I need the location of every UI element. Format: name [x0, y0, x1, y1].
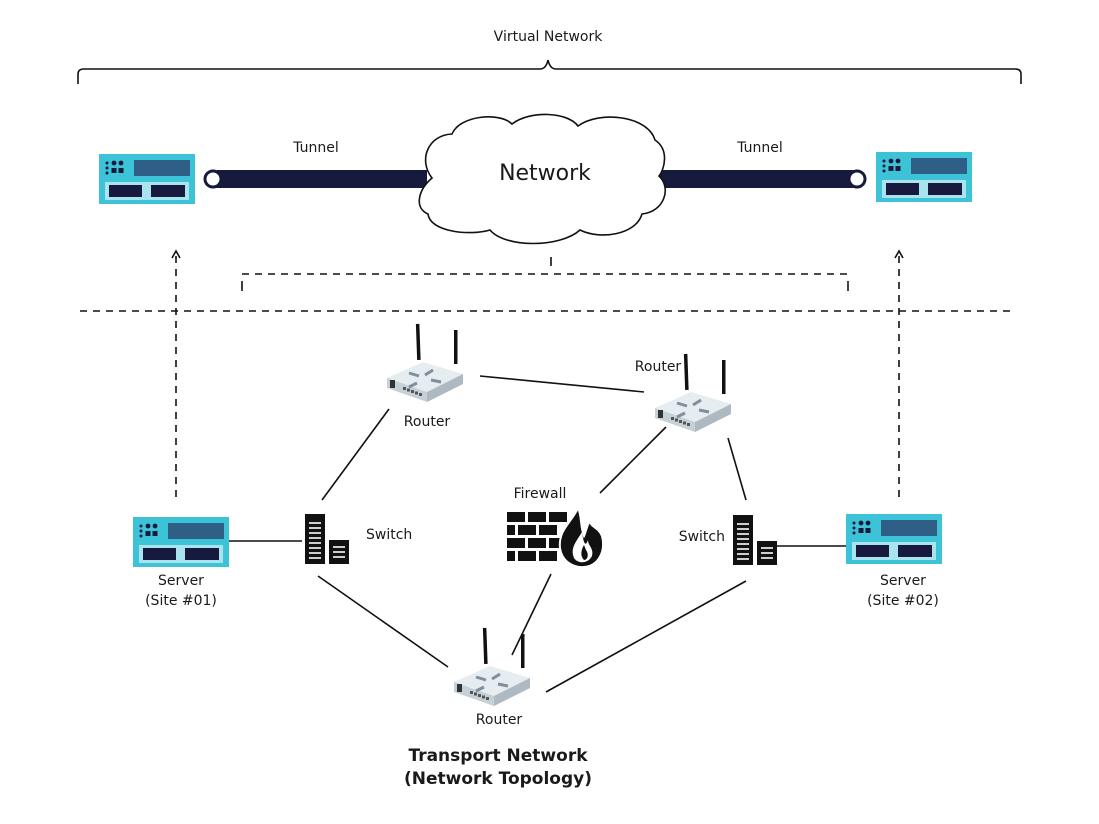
virtual-server-left-icon — [99, 154, 195, 204]
router-top-right-label: Router — [635, 359, 682, 375]
tunnel-left-endpoint — [203, 169, 223, 189]
tunnel-left-label: Tunnel — [292, 140, 339, 156]
diagram-subtitle: (Network Topology) — [404, 769, 592, 789]
diagram-title: Transport Network — [408, 746, 588, 766]
firewall-label: Firewall — [514, 486, 567, 502]
virtual-server-right-icon — [876, 152, 972, 202]
virtual-network-label: Virtual Network — [494, 29, 604, 45]
server-site-01-icon — [133, 517, 229, 567]
server-site-02-label: Server — [880, 573, 926, 589]
switch-left-icon — [304, 513, 350, 565]
server-site-02-icon — [846, 514, 942, 564]
network-diagram: Virtual Network Tunnel Tunnel Network Ro… — [77, 29, 1022, 789]
switch-right-icon — [732, 514, 778, 566]
server-site-01-label: Server — [158, 573, 204, 589]
tunnel-left — [212, 170, 427, 188]
switch-left-label: Switch — [366, 527, 412, 543]
tunnel-right-endpoint — [847, 169, 867, 189]
router-top-left-label: Router — [404, 414, 451, 430]
tunnel-right-label: Tunnel — [736, 140, 783, 156]
network-cloud-label: Network — [499, 161, 591, 186]
firewall-icon — [507, 505, 604, 569]
server-site-01-sublabel: (Site #01) — [145, 593, 217, 609]
router-bottom-label: Router — [476, 712, 523, 728]
server-site-02-sublabel: (Site #02) — [867, 593, 939, 609]
tunnel-right — [660, 170, 858, 188]
switch-right-label: Switch — [679, 529, 725, 545]
router-top-left-icon — [385, 322, 465, 404]
virtual-network-brace — [77, 59, 1022, 84]
